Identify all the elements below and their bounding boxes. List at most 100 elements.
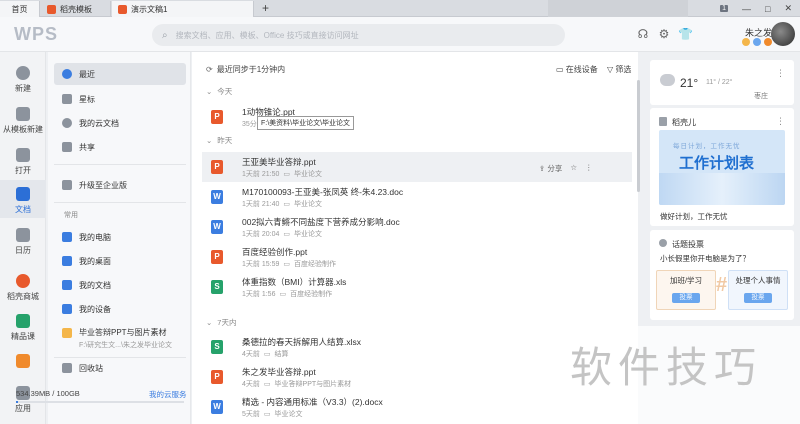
list-scrollbar[interactable] [637,80,640,192]
more-icon[interactable]: ⋮ [776,116,785,127]
group-yesterday[interactable]: ⌄ 昨天 [206,135,232,146]
nav-courses[interactable]: 精品课 [0,314,46,342]
loc-starred[interactable]: 星标 [54,88,186,110]
loc-recycle[interactable]: 回收站 [54,357,186,379]
online-devices-button[interactable]: ▭ 在线设备 [556,64,598,75]
upgrade-enterprise[interactable]: 升级至企业版 [54,174,186,196]
folder-small-icon: ▭ [279,291,287,298]
file-meta: 1天前 20:04 ▭ 毕业论文 [242,229,322,239]
folder-small-icon: ▭ [283,201,290,208]
tab-presentation[interactable]: 演示文稿1 [112,1,254,17]
app-header: WPS ⌕ 搜索文档、应用、模板、Office 技巧或直接访问网址 ☊ ⚙ 👕 … [0,17,800,52]
nav-calendar[interactable]: 日历 [0,228,46,256]
group-7days[interactable]: ⌄ 7天内 [206,317,236,328]
nav-documents[interactable]: 文档 [0,180,46,218]
skin-icon[interactable]: 👕 [678,27,693,41]
loc-label: 回收站 [79,363,103,373]
headset-icon[interactable]: ☊ [636,27,650,41]
desktop-icon [62,256,72,266]
docer-mall-icon [16,274,30,288]
vote-button[interactable]: 投票 [672,293,700,303]
folder-open-icon [16,148,30,162]
template-icon [16,107,30,121]
file-name: 体重指数（BMI）计算器.xls [242,277,347,287]
restore-button[interactable]: □ [765,4,770,14]
file-name: 百度经验创作.ppt [242,247,308,257]
file-meta: 5天前 ▭ 毕业论文 [242,409,303,419]
group-today[interactable]: ⌄ 今天 [206,86,232,97]
file-meta: 1天前 1:56 ▭ 百度经验制作 [242,289,332,299]
file-time: 1天前 15:59 [242,261,280,268]
city[interactable]: 枣庄 [754,91,768,101]
add-tab-button[interactable]: + [262,1,269,15]
docer-card[interactable]: 稻壳儿 ⋮ 每日计划，工作无忧 工作计划表 做好计划，工作无忧 [650,108,794,226]
loc-recent[interactable]: 最近 [54,63,186,85]
loc-my-docs[interactable]: 我的文档 [54,274,186,296]
file-row[interactable]: W M170100093-王亚美-张凤英 终-朱4.23.doc 1天前 21:40… [202,182,632,212]
loc-my-computer[interactable]: 我的电脑 [54,226,186,248]
loc-my-desktop[interactable]: 我的桌面 [54,250,186,272]
tab-label: 首页 [11,4,28,14]
file-time: 4天前 [242,381,260,388]
nav-open[interactable]: 打开 [0,148,46,176]
search-placeholder: 搜索文档、应用、模板、Office 技巧或直接访问网址 [175,30,359,40]
nav-docer-mall[interactable]: 稻壳商城 [0,274,46,302]
file-type-icon: P [211,110,223,124]
file-time: 1天前 20:04 [242,231,280,238]
tab-docer[interactable]: 稻壳模板 [41,1,111,17]
window-controls: 1 — □ ✕ [720,0,800,17]
user-badges [742,38,772,46]
cloud-service-link[interactable]: 我的云服务 [149,389,187,400]
tab-bar: 首页 稻壳模板 演示文稿1 + 1 — □ ✕ [0,0,800,17]
star-icon[interactable]: ☆ [570,163,577,174]
tab-label: 稻壳模板 [60,4,92,14]
file-name: M170100093-王亚美-张凤英 终-朱4.23.doc [242,187,404,197]
window-count-badge[interactable]: 1 [720,5,729,12]
loc-cloud[interactable]: 我的云文档 [54,112,186,134]
calendar-icon [16,228,30,242]
vote-question: 小长假里你开电脑是为了？ [660,254,750,263]
nav-from-template[interactable]: 从模板新建 [0,107,46,135]
device-icon [62,304,72,314]
card-title: 话题投票 [672,240,704,249]
row-actions: ⇪ 分享 ☆ ⋮ [539,163,593,174]
weather-card[interactable]: 21° 11° / 22° 枣庄 ⋮ [650,60,794,105]
chevron-down-icon: ⌄ [206,136,213,145]
promo-banner[interactable]: 每日计划，工作无忧 工作计划表 [659,130,785,205]
file-type-icon: W [211,400,223,414]
enterprise-icon [62,180,72,190]
sync-status: ⟳ 最近同步于1分钟内 [206,64,285,75]
more-icon[interactable]: ⋮ [585,163,593,174]
tab-home[interactable]: 首页 [0,1,40,17]
file-row[interactable]: P 王亚美毕业答辩.ppt 1天前 21:50 ▭ 毕业论文 ⇪ 分享 ☆ ⋮ [202,152,632,182]
loc-folder[interactable]: 毕业答辩PPT与图片素材 F:\研究生文...\朱之发毕业论文 [54,324,186,354]
share-button[interactable]: ⇪ 分享 [539,163,562,174]
loc-shared[interactable]: 共享 [54,136,186,158]
minimize-button[interactable]: — [742,4,751,14]
file-time: 4天前 [242,351,260,358]
vote-icon [659,239,667,247]
gear-icon[interactable]: ⚙ [657,27,671,41]
file-row[interactable]: P 百度经验创作.ppt 1天前 15:59 ▭ 百度经验制作 [202,242,632,272]
folder-small-icon: ▭ [263,411,271,418]
folder-small-icon: ▭ [283,231,290,238]
divider [54,164,186,165]
nav-label: 打开 [15,166,31,175]
vote-button[interactable]: 投票 [744,293,772,303]
folder-small-icon: ▭ [263,381,271,388]
share-label: 分享 [547,164,563,173]
avatar[interactable] [771,22,795,46]
filter-button[interactable]: ▽ 筛选 [607,64,631,75]
wps-logo: WPS [14,24,59,44]
nav-video[interactable] [0,354,46,371]
file-row[interactable]: W 002拟六青鳉不同盐度下营养成分影响.doc 1天前 20:04 ▭ 毕业论文 [202,212,632,242]
nav-label: 稻壳商城 [7,292,39,301]
option-label: 处理个人事情 [735,276,781,285]
loc-my-device[interactable]: 我的设备 [54,298,186,320]
close-window-button[interactable]: ✕ [784,3,792,14]
more-icon[interactable]: ⋮ [776,68,785,79]
search-input[interactable]: ⌕ 搜索文档、应用、模板、Office 技巧或直接访问网址 [152,24,565,46]
temperature-range: 11° / 22° [706,79,733,86]
file-row[interactable]: S 体重指数（BMI）计算器.xls 1天前 1:56 ▭ 百度经验制作 [202,272,632,302]
nav-new[interactable]: 新建 [0,66,46,94]
